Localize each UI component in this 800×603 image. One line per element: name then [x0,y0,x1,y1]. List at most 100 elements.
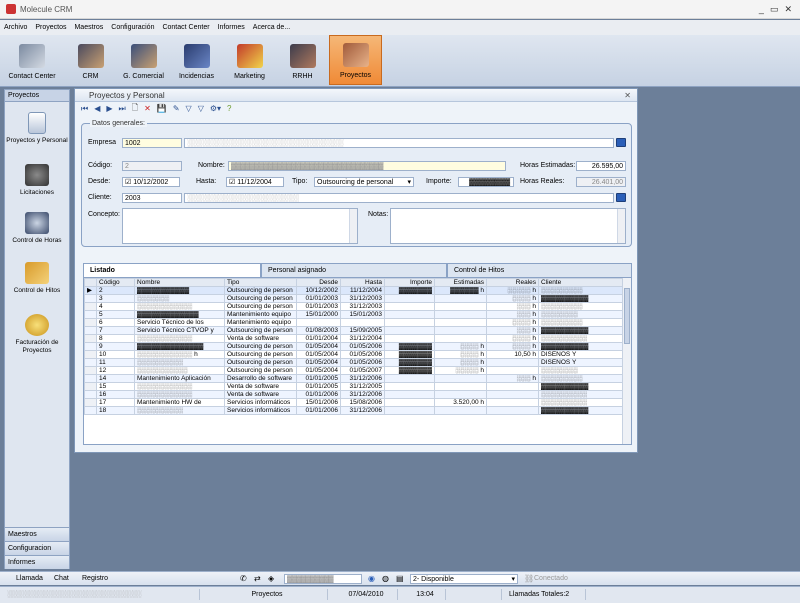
table-cell[interactable]: Mantenimiento equipo [224,318,297,327]
row-indicator[interactable] [84,390,97,399]
maximize-icon[interactable]: ▭ [770,4,779,15]
table-cell[interactable] [384,310,435,319]
table-cell[interactable]: ░░░░░░░░ [538,366,624,375]
table-cell[interactable]: Outsourcing de person [224,294,297,303]
table-cell[interactable]: 15/01/2003 [340,310,385,319]
table-cell[interactable]: 10,50 h [486,350,539,359]
table-cell[interactable]: 01/01/2005 [296,374,341,383]
table-cell[interactable]: Venta de software [224,382,297,391]
table-cell[interactable] [434,382,487,391]
table-cell[interactable] [434,390,487,399]
table-cell[interactable]: ░░░ h [486,326,539,335]
row-indicator[interactable] [84,326,97,335]
ribbon-contact-center[interactable]: Contact Center [0,35,64,85]
first-record-icon[interactable]: ⏮ [81,104,88,114]
table-cell[interactable] [384,318,435,327]
ribbon-rrhh[interactable]: RRHH [276,35,329,85]
table-cell[interactable] [340,318,385,327]
table-cell[interactable]: 18 [96,406,135,415]
table-cell[interactable]: 01/05/2007 [340,366,385,375]
row-indicator[interactable] [84,302,97,311]
table-row[interactable]: 17 Mantenimiento HW de Servicios informáti… [84,398,624,407]
table-cell[interactable]: ░░░░░░░░░░░░ [134,334,225,343]
table-cell[interactable]: 15/01/2006 [296,398,341,407]
help-icon[interactable]: ? [227,104,231,113]
row-indicator[interactable] [84,334,97,343]
table-cell[interactable]: Outsourcing de person [224,286,297,295]
table-cell[interactable] [384,398,435,407]
table-cell[interactable] [434,406,487,415]
table-cell[interactable] [434,374,487,383]
table-cell[interactable]: 15/09/2005 [340,326,385,335]
menu-proyectos[interactable]: Proyectos [31,24,70,31]
table-cell[interactable]: 15/08/2006 [340,398,385,407]
tab-personal-asignado[interactable]: Personal asignado [261,263,447,277]
table-cell[interactable]: ▓▓▓▓▓▓▓▓▓▓ [538,294,624,303]
importe-field[interactable]: ▓▓▓▓▓▓▓▓ [458,177,514,187]
table-cell[interactable]: ▓▓▓▓▓▓▓▓▓▓▓ [134,286,225,295]
table-cell[interactable]: 01/01/2005 [296,382,341,391]
table-row[interactable]: 11 ░░░░░░░░░░ Outsourcing de person 01/05/2… [84,358,624,367]
table-cell[interactable]: 7 [96,326,135,335]
table-cell[interactable]: ░░░░░░░░░ [538,286,624,295]
table-cell[interactable] [384,382,435,391]
edit-icon[interactable]: ✎ [173,104,180,113]
table-cell[interactable]: 01/01/2003 [296,302,341,311]
column-header[interactable]: Reales [486,278,539,287]
chevron-down-icon[interactable]: ▾ [407,178,411,186]
table-cell[interactable]: 31/12/2006 [340,374,385,383]
table-cell[interactable]: 31/12/2006 [340,406,385,415]
table-row[interactable]: 9 ▓▓▓▓▓▓▓▓▓▓▓▓▓▓ Outsourcing de person 01/0… [84,342,624,351]
table-cell[interactable]: 3.520,00 h [434,398,487,407]
table-cell[interactable]: ░░░░░ h [486,286,539,295]
empresa-code-field[interactable]: 1002 [122,138,182,148]
prev-record-icon[interactable]: ◀ [94,104,100,113]
notas-scrollbar[interactable] [617,209,625,243]
table-cell[interactable]: 17 [96,398,135,407]
table-cell[interactable]: ░░░░░░░░░░░░ h [134,350,225,359]
ribbon-incidencias[interactable]: Incidencias [170,35,223,85]
table-cell[interactable]: 01/05/2006 [340,358,385,367]
table-cell[interactable]: Desarrollo de software [224,374,297,383]
table-cell[interactable]: ░░░░ h [486,294,539,303]
table-cell[interactable]: DISEÑOS Y [538,350,624,359]
table-cell[interactable] [384,374,435,383]
table-cell[interactable]: 3 [96,294,135,303]
table-cell[interactable] [384,406,435,415]
table-cell[interactable]: 8 [96,334,135,343]
table-cell[interactable]: ░░░░░░░░░░░░ [134,382,225,391]
close-icon[interactable]: ✕ [784,4,792,15]
save-icon[interactable]: 💾 [157,104,167,113]
table-cell[interactable]: Venta de software [224,334,297,343]
delete-record-icon[interactable]: ✕ [144,104,151,113]
dial-icon[interactable]: ◉ [368,574,375,583]
table-cell[interactable]: ░░░░░░░░░░░░ [134,302,225,311]
menu-informes[interactable]: Informes [214,24,249,31]
table-cell[interactable]: ░░░░ h [486,334,539,343]
table-cell[interactable]: 01/05/2004 [296,366,341,375]
table-cell[interactable]: ░░░░░░░░░░ [538,334,624,343]
table-cell[interactable]: 2 [96,286,135,295]
tab-llamada[interactable]: Llamada [16,575,43,582]
table-cell[interactable]: 31/12/2004 [340,334,385,343]
table-cell[interactable]: 16 [96,390,135,399]
cliente-lookup-icon[interactable] [616,193,626,202]
table-cell[interactable]: ░░░░░░░░░ [538,302,624,311]
table-cell[interactable]: ▓▓▓▓▓▓▓▓▓▓ [538,382,624,391]
table-cell[interactable] [384,326,435,335]
empresa-name-field[interactable]: ░░░░░░░░░░░░░░░░░░░░░░░░░░░░░░░░░░░ [184,138,614,148]
nav-control-de-horas[interactable]: Control de Horas [5,212,69,245]
row-indicator[interactable] [84,358,97,367]
table-row[interactable]: 5 ▓▓▓▓▓▓▓▓▓▓▓▓▓ Mantenimiento equipo 15/01/… [84,310,624,319]
column-header[interactable]: Código [96,278,135,287]
row-indicator[interactable] [84,310,97,319]
table-cell[interactable]: Servicios informáticos [224,406,297,415]
table-cell[interactable]: Servicios informáticos [224,398,297,407]
nav-control-de-hitos[interactable]: Control de Hitos [5,262,69,295]
desde-checkbox-icon[interactable]: ☑ [125,179,131,186]
next-record-icon[interactable]: ▶ [106,104,112,113]
table-cell[interactable]: ░░░░░░░░░░ [538,398,624,407]
table-cell[interactable]: Outsourcing de person [224,366,297,375]
table-cell[interactable]: 9 [96,342,135,351]
hasta-date-field[interactable]: ☑ 11/12/2004 [226,177,284,187]
